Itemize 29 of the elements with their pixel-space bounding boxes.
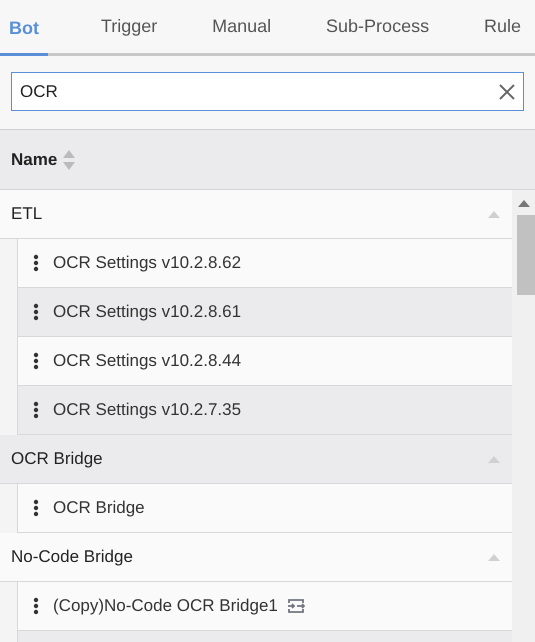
clear-icon[interactable]: [497, 82, 517, 102]
tab[interactable]: Manual: [210, 0, 274, 53]
group-name: OCR Bridge: [11, 448, 103, 470]
scroll-up-icon[interactable]: [518, 200, 530, 207]
tab[interactable]: Trigger: [98, 0, 160, 53]
group-name: No-Code Bridge: [11, 546, 133, 568]
search-field[interactable]: OCR: [11, 72, 524, 111]
more-options-icon[interactable]: [33, 352, 39, 370]
item-name: OCR Settings v10.2.8.44: [53, 350, 242, 372]
more-options-icon[interactable]: [33, 303, 39, 321]
more-options-icon[interactable]: [33, 597, 39, 615]
table-row[interactable]: OCR Settings v10.2.8.61: [18, 288, 512, 337]
item-name: OCR Settings v10.2.8.62: [53, 252, 242, 274]
scrollbar-thumb[interactable]: [516, 215, 534, 295]
search-input[interactable]: OCR: [20, 78, 497, 104]
tab[interactable]: Sub-Process: [324, 0, 432, 53]
item-name: OCR Settings v10.2.8.61: [53, 301, 242, 324]
column-label[interactable]: Name: [11, 146, 58, 172]
group-row[interactable]: OCR Bridge: [0, 435, 512, 484]
more-options-icon[interactable]: [33, 499, 39, 517]
item-name: OCR Settings v10.2.7.35: [53, 399, 242, 422]
more-options-icon[interactable]: [33, 254, 39, 272]
item-name: OCR Bridge: [53, 497, 145, 520]
item-name: (Copy)No-Code OCR Bridge1: [53, 595, 278, 618]
tab[interactable]: Rule: [482, 0, 523, 53]
more-options-icon[interactable]: [33, 401, 39, 419]
group-name: ETL: [11, 203, 42, 226]
scrollbar[interactable]: [512, 190, 535, 642]
table-row[interactable]: OCR Settings v10.2.7.35: [18, 386, 512, 435]
